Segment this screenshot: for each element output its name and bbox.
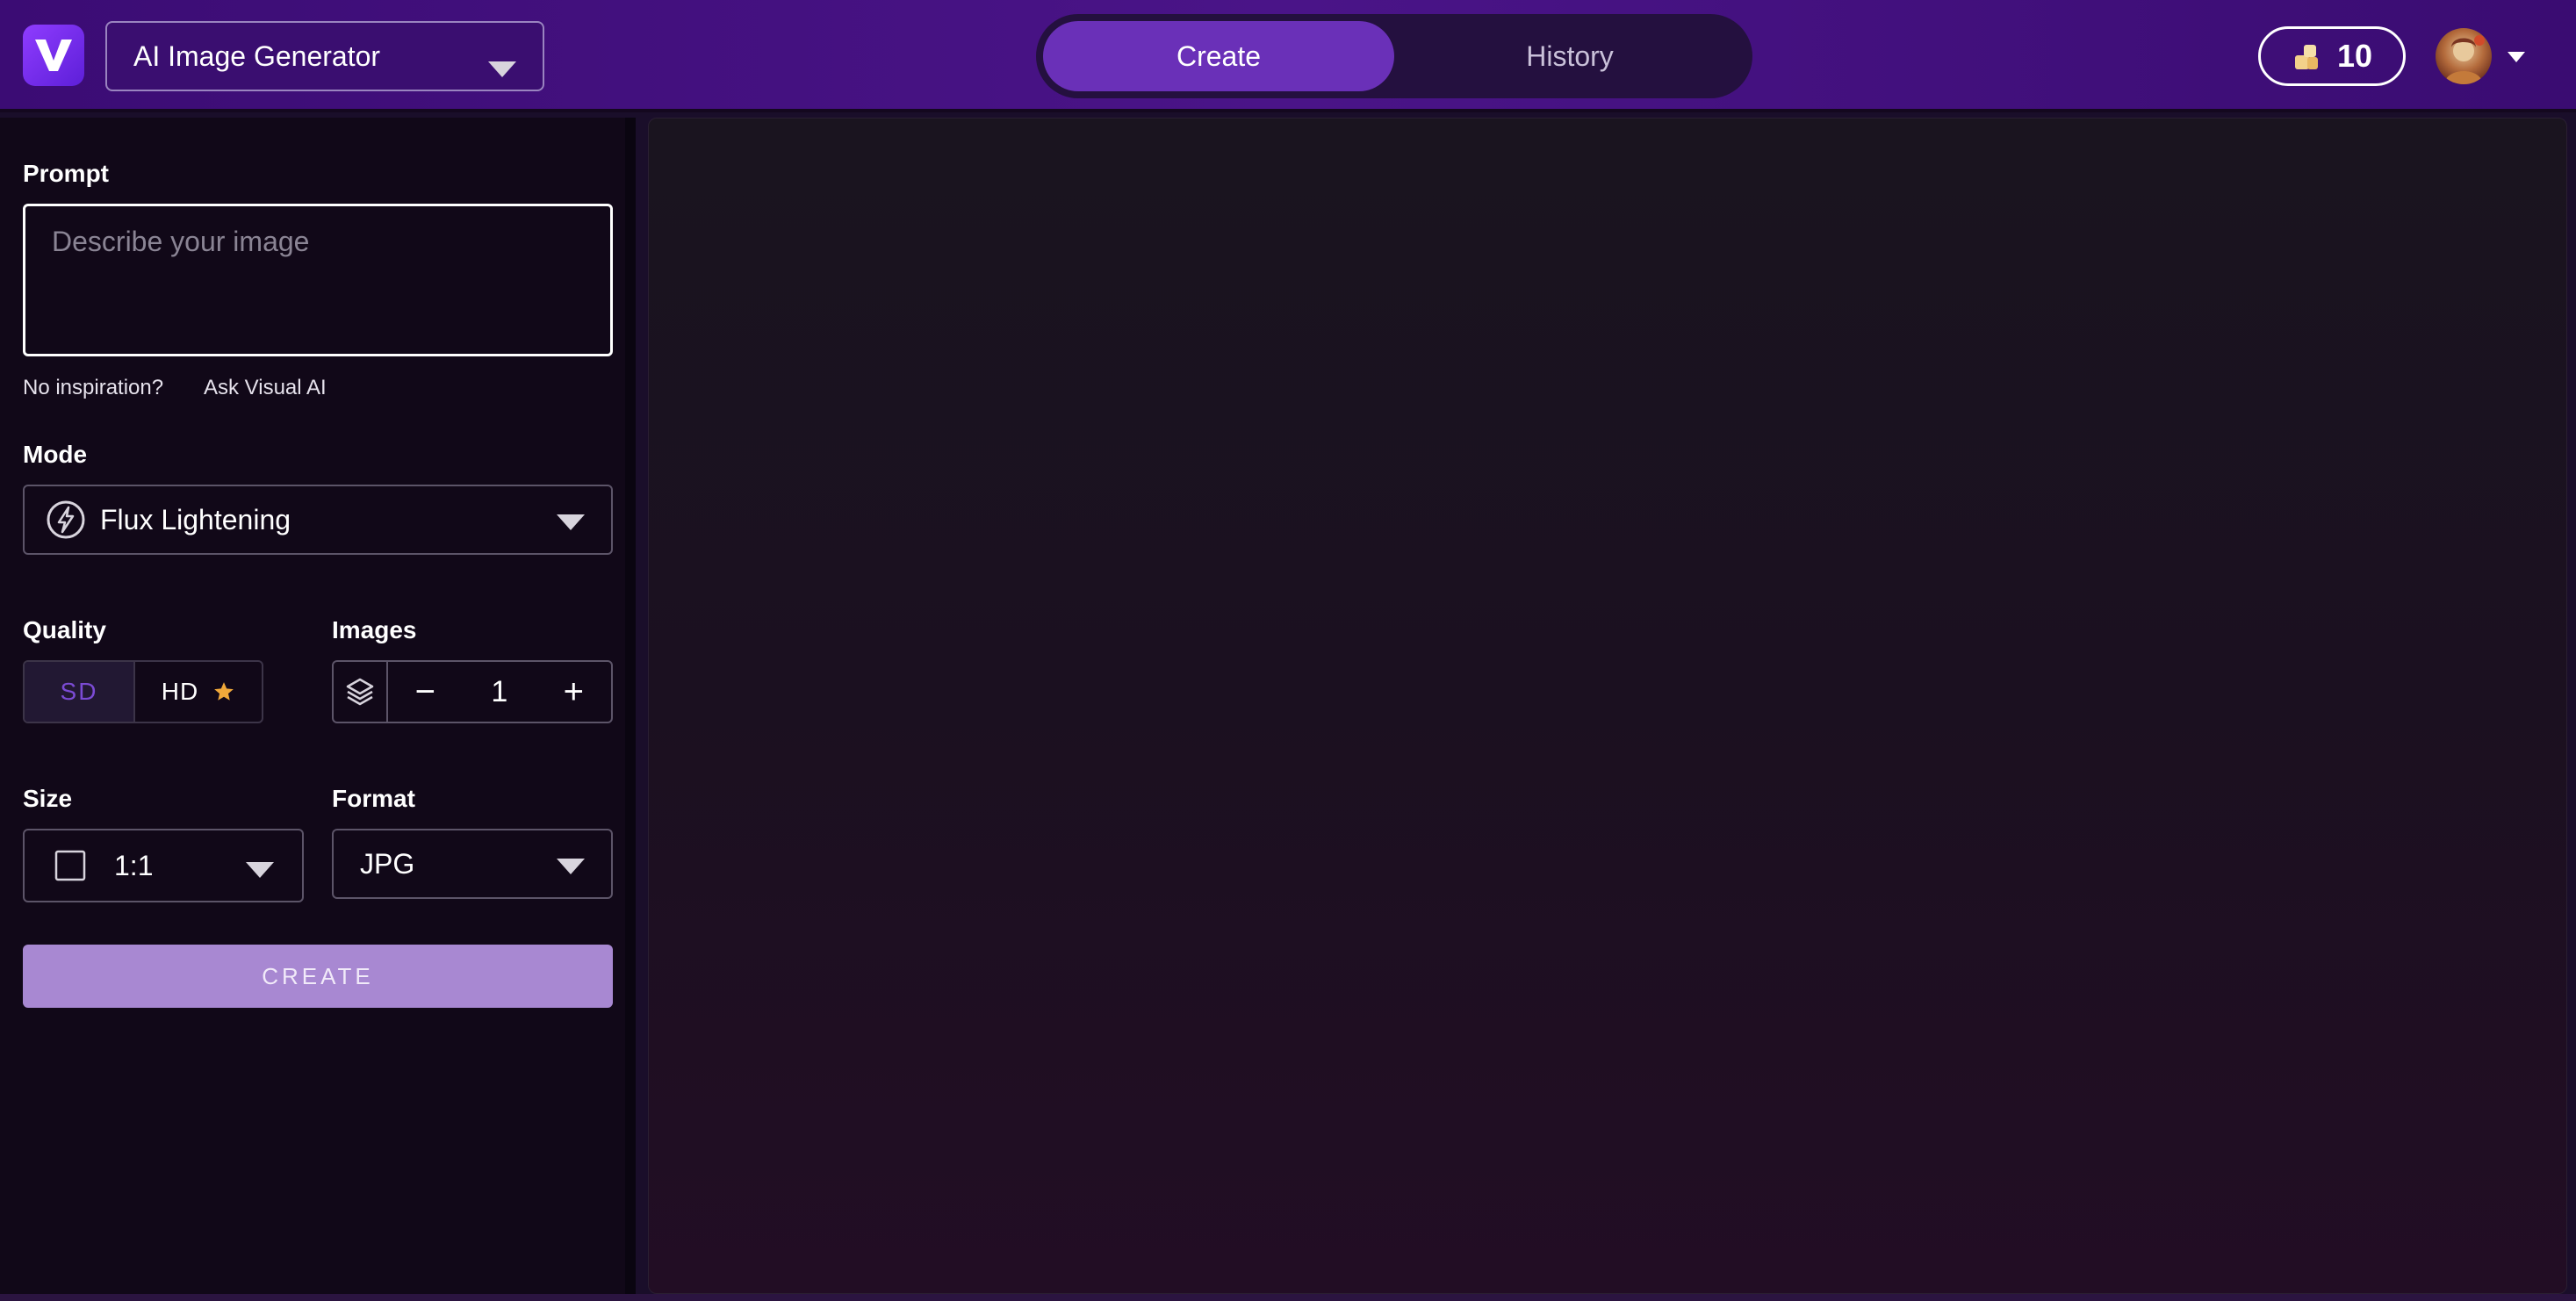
prompt-label: Prompt	[23, 160, 109, 187]
ask-visual-ai-link[interactable]: Ask Visual AI	[204, 376, 327, 400]
avatar-image	[2444, 35, 2485, 84]
mode-dropdown[interactable]: Flux Lightening	[23, 485, 613, 555]
tab-create[interactable]: Create	[1043, 21, 1394, 91]
format-value: JPG	[360, 847, 415, 880]
tool-select-value: AI Image Generator	[133, 40, 381, 72]
top-bar: AI Image Generator Create History 10	[0, 0, 2576, 112]
create-button[interactable]: CREATE	[23, 945, 613, 1008]
size-dropdown[interactable]: 1:1	[23, 829, 304, 902]
bottom-edge	[0, 1294, 2576, 1301]
brand-logo[interactable]	[23, 25, 84, 86]
quality-hd-label: HD	[161, 678, 199, 705]
quality-toggle: SD HD	[23, 660, 263, 723]
quality-label: Quality	[23, 616, 106, 643]
star-icon	[214, 682, 234, 701]
tab-history[interactable]: History	[1394, 21, 1745, 91]
format-dropdown[interactable]: JPG	[332, 829, 613, 899]
square-icon	[54, 850, 86, 881]
layers-icon	[334, 662, 388, 722]
format-label: Format	[332, 785, 415, 812]
decrement-button[interactable]: −	[388, 672, 463, 712]
coins-icon	[2294, 45, 2318, 69]
image-preview-area	[648, 118, 2567, 1294]
quality-sd-option[interactable]: SD	[25, 662, 135, 722]
images-label: Images	[332, 616, 417, 643]
bolt-icon	[47, 500, 85, 539]
size-value: 1:1	[114, 849, 154, 881]
increment-button[interactable]: +	[536, 672, 611, 712]
avatar[interactable]	[2436, 28, 2492, 84]
inspiration-hint: No inspiration?	[23, 376, 164, 399]
size-label: Size	[23, 785, 73, 812]
mode-label: Mode	[23, 441, 88, 468]
chevron-down-icon	[557, 859, 585, 874]
quality-hd-option[interactable]: HD	[135, 662, 262, 722]
images-count[interactable]: 1	[463, 675, 536, 709]
v-logo-icon	[35, 40, 72, 71]
mode-tabs: Create History	[1036, 14, 1752, 98]
chevron-down-icon	[246, 862, 274, 878]
credits-badge[interactable]: 10	[2258, 26, 2406, 86]
images-stepper: − 1 +	[332, 660, 613, 723]
prompt-input[interactable]: Describe your image	[23, 204, 613, 356]
chevron-down-icon[interactable]	[2508, 51, 2525, 67]
credits-count: 10	[2336, 38, 2373, 74]
chevron-down-icon	[557, 514, 585, 530]
tool-select-dropdown[interactable]: AI Image Generator	[105, 21, 544, 91]
mode-value: Flux Lightening	[100, 503, 291, 535]
chevron-down-icon	[488, 52, 516, 84]
prompt-placeholder: Describe your image	[52, 226, 310, 257]
